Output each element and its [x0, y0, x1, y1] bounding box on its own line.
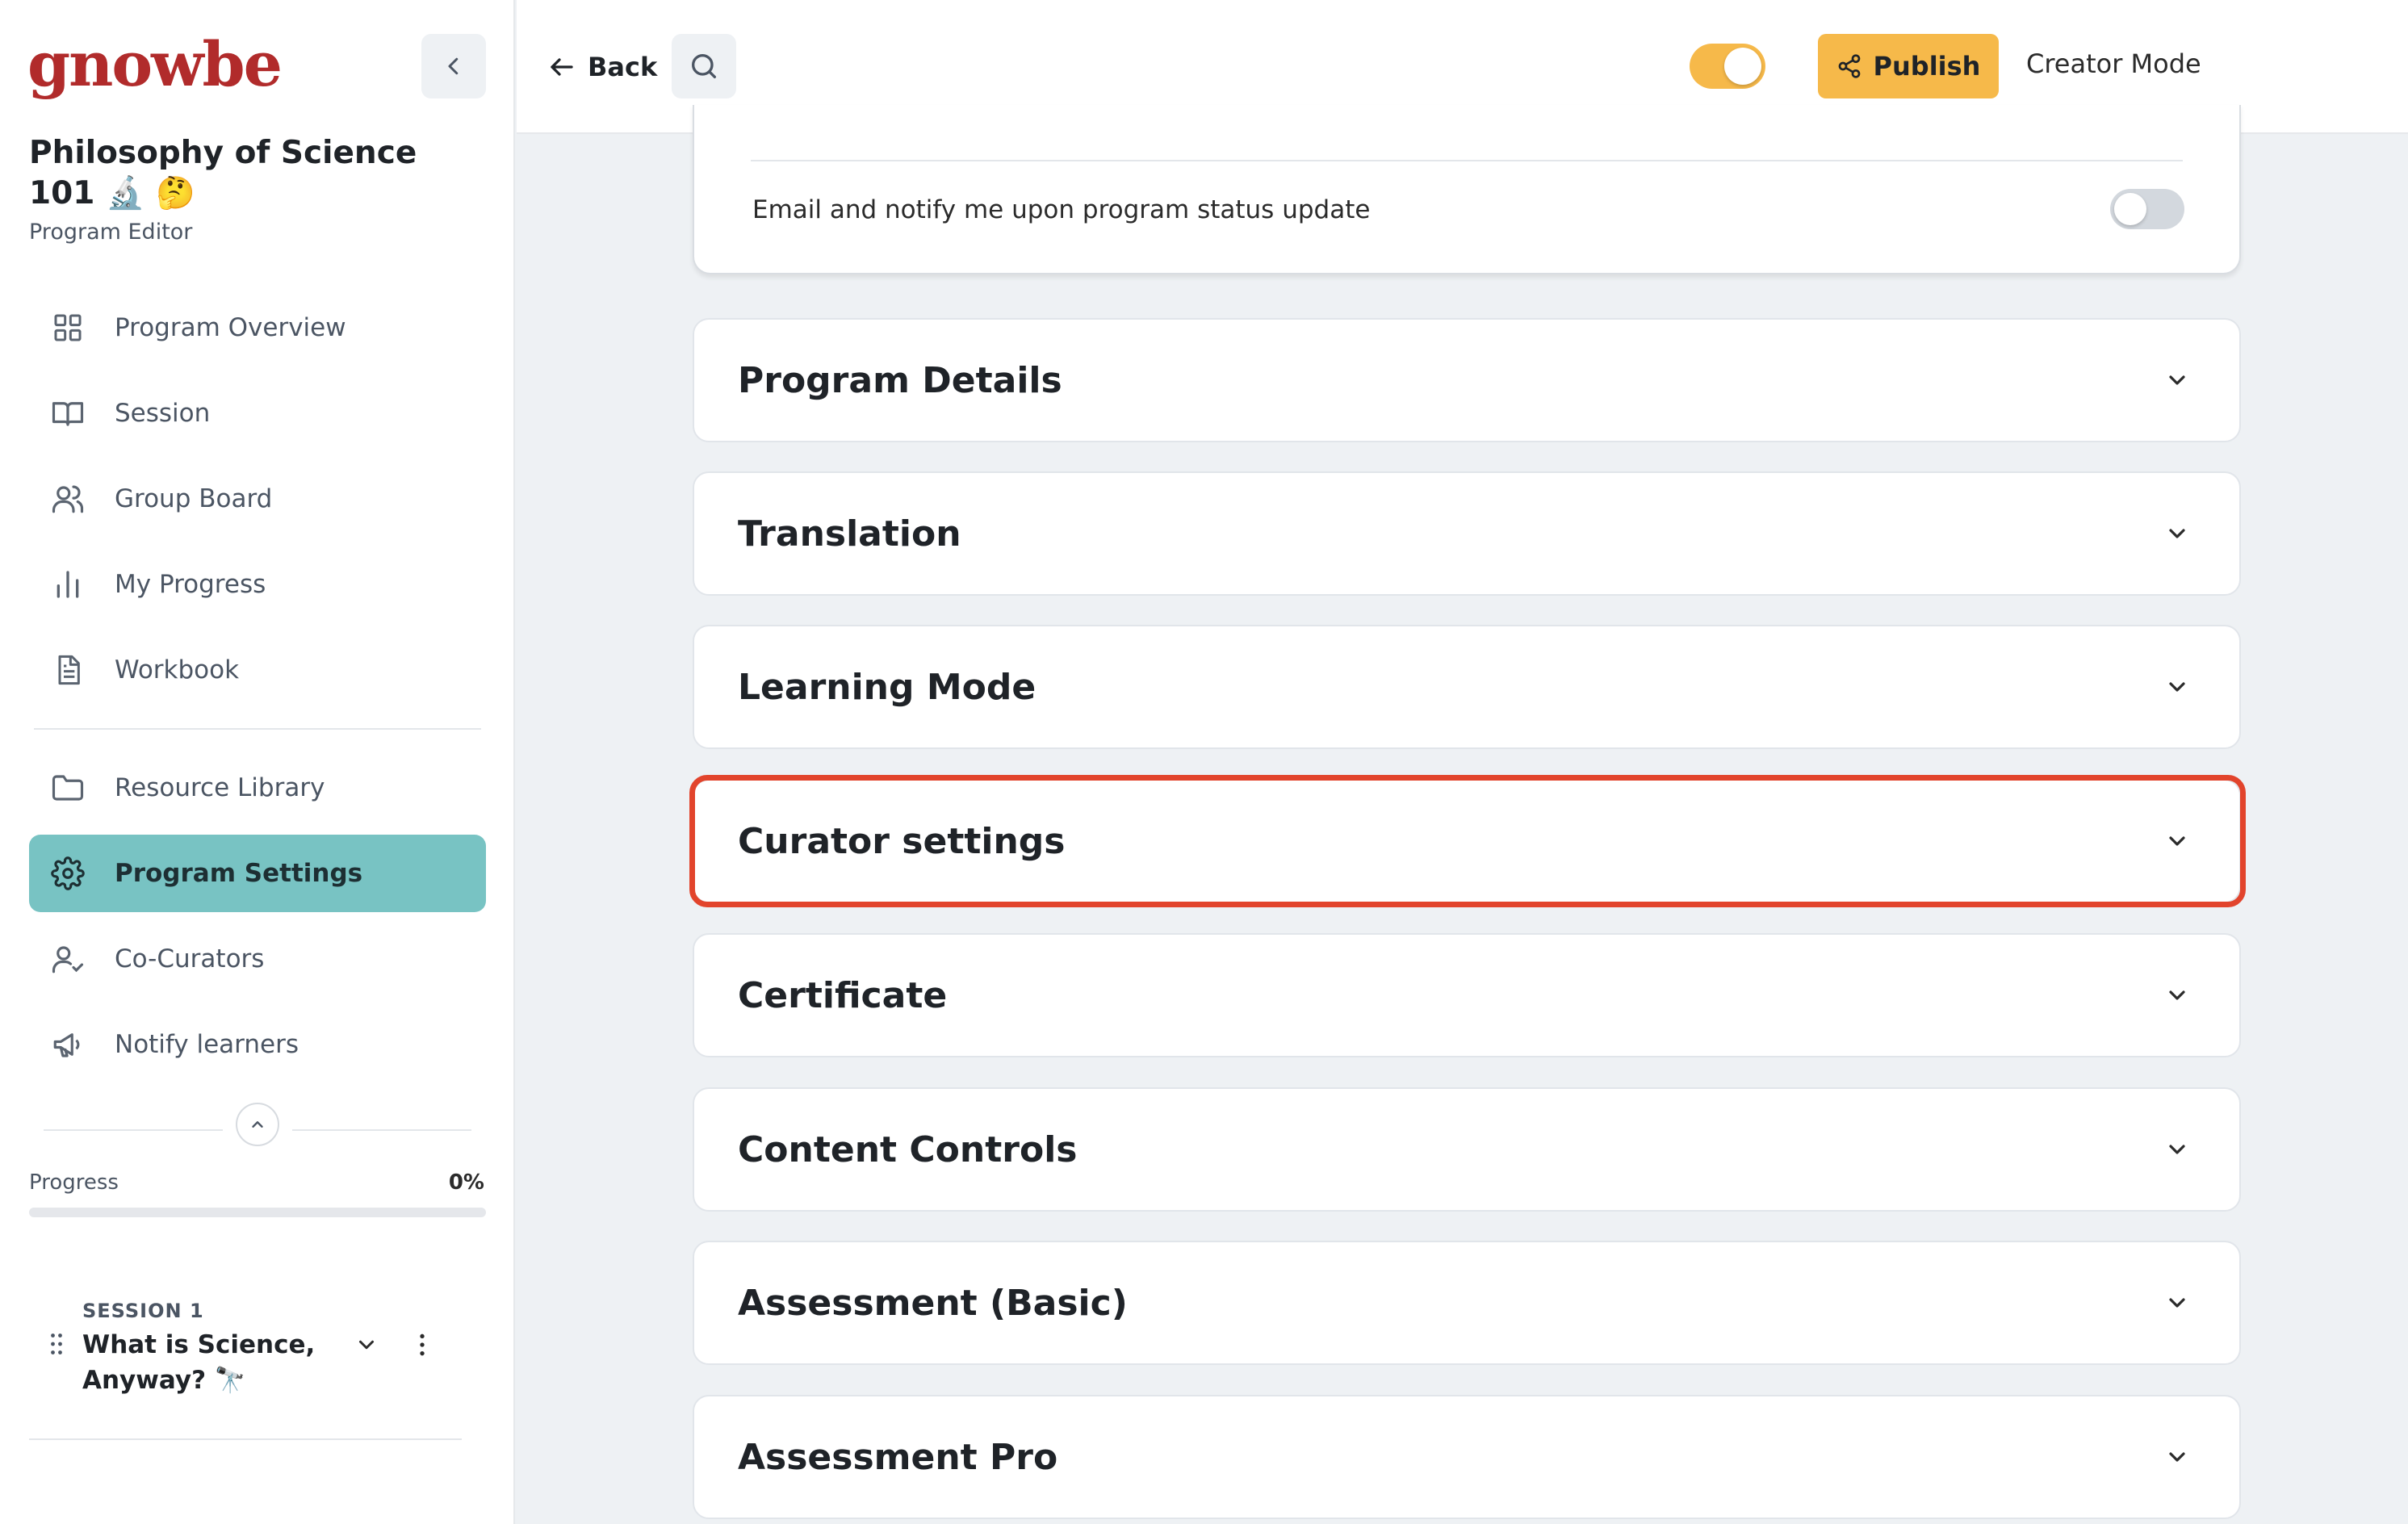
sidebar-item-group-board[interactable]: Group Board [29, 460, 486, 538]
publish-button[interactable]: Publish [1818, 34, 1999, 98]
search-button[interactable] [672, 34, 736, 98]
session-expand-button[interactable] [350, 1329, 383, 1361]
sidebar-divider [44, 1129, 223, 1131]
card-divider [751, 160, 2183, 161]
accordion-title: Certificate [738, 974, 948, 1016]
notify-status-label: Email and notify me upon program status … [752, 195, 1371, 224]
accordion-certificate[interactable]: Certificate [693, 933, 2241, 1057]
more-vertical-icon [420, 1334, 425, 1356]
gnowbe-logo[interactable]: gnowbe [27, 24, 283, 105]
sidebar-item-label: Session [115, 399, 211, 428]
program-subtitle: Program Editor [29, 220, 193, 245]
chevron-down-icon [2159, 362, 2196, 399]
sidebar-item-label: Program Settings [115, 859, 363, 888]
users-icon [48, 479, 87, 518]
sidebar-item-program-settings[interactable]: Program Settings [29, 835, 486, 912]
gear-icon [48, 854, 87, 893]
sidebar-item-notify-learners[interactable]: Notify learners [29, 1006, 486, 1083]
sidebar-item-label: Group Board [115, 484, 273, 513]
chevron-down-icon [2159, 977, 2196, 1014]
sidebar-item-co-curators[interactable]: Co-Curators [29, 920, 486, 998]
sidebar: gnowbe Philosophy of Science 101 🔬 🤔 Pro… [0, 0, 515, 1524]
sidebar-divider [292, 1129, 471, 1131]
toggle-knob [1724, 48, 1761, 85]
arrow-left-icon [547, 52, 576, 82]
folder-icon [48, 768, 87, 807]
book-open-icon [48, 394, 87, 433]
accordion-assessment-basic[interactable]: Assessment (Basic) [693, 1241, 2241, 1365]
sidebar-divider [34, 728, 481, 730]
sidebar-item-resource-library[interactable]: Resource Library [29, 749, 486, 827]
program-title: Philosophy of Science 101 🔬 🤔 [29, 135, 417, 211]
accordion-title: Translation [738, 513, 961, 555]
document-icon [48, 651, 87, 689]
accordion-title: Assessment Pro [738, 1436, 1058, 1478]
accordion-title: Assessment (Basic) [738, 1282, 1128, 1324]
sidebar-item-session[interactable]: Session [29, 375, 486, 452]
progress-label: Progress [29, 1170, 119, 1195]
progress-value: 0% [448, 1170, 484, 1195]
back-button[interactable]: Back [547, 39, 657, 95]
collapse-sidebar-button[interactable] [421, 34, 486, 98]
accordion-title: Learning Mode [738, 666, 1036, 708]
chevron-down-icon [2159, 1131, 2196, 1168]
chevron-left-icon [448, 57, 459, 75]
chevron-down-icon [2159, 1438, 2196, 1476]
grid-icon [48, 308, 87, 347]
chevron-up-icon [252, 1121, 263, 1128]
sidebar-item-label: Notify learners [115, 1030, 299, 1059]
chevron-down-icon [2159, 1284, 2196, 1321]
expand-toggle-button[interactable] [236, 1103, 279, 1146]
sidebar-item-label: Co-Curators [115, 944, 265, 973]
notify-status-toggle[interactable] [2110, 189, 2184, 229]
accordion-translation[interactable]: Translation [693, 471, 2241, 596]
progress-bar [29, 1208, 486, 1217]
accordion-program-details[interactable]: Program Details [693, 318, 2241, 442]
back-label: Back [588, 52, 658, 82]
accordion-title: Program Details [738, 359, 1062, 401]
sidebar-item-my-progress[interactable]: My Progress [29, 546, 486, 623]
search-icon [692, 54, 716, 79]
accordion-assessment-pro[interactable]: Assessment Pro [693, 1395, 2241, 1519]
chevron-down-icon [2159, 668, 2196, 705]
sidebar-divider [29, 1438, 462, 1440]
session-title[interactable]: What is Science, Anyway? 🔭 [82, 1327, 325, 1398]
highlight-outline [689, 775, 2246, 907]
sidebar-item-workbook[interactable]: Workbook [29, 631, 486, 709]
accordion-title: Content Controls [738, 1128, 1078, 1170]
megaphone-icon [48, 1025, 87, 1064]
notification-settings-card: Email and notify me upon program status … [693, 105, 2241, 274]
drag-handle-icon[interactable] [47, 1332, 66, 1356]
accordion-content-controls[interactable]: Content Controls [693, 1087, 2241, 1212]
creator-mode-label: Creator Mode [2026, 48, 2201, 79]
publish-label: Publish [1873, 51, 1981, 82]
accordion-learning-mode[interactable]: Learning Mode [693, 625, 2241, 749]
sidebar-item-program-overview[interactable]: Program Overview [29, 289, 486, 366]
sidebar-item-label: Workbook [115, 655, 240, 685]
sidebar-item-label: Program Overview [115, 313, 346, 342]
bar-chart-icon [48, 565, 87, 604]
user-check-icon [48, 940, 87, 978]
toggle-knob [2114, 193, 2146, 225]
chevron-down-icon [359, 1340, 374, 1350]
sidebar-item-label: My Progress [115, 570, 266, 599]
session-kicker: SESSION 1 [82, 1300, 204, 1322]
share-icon [1836, 53, 1862, 79]
creator-mode-toggle[interactable] [1690, 44, 1765, 89]
session-more-button[interactable] [410, 1329, 434, 1361]
chevron-down-icon [2159, 515, 2196, 552]
sidebar-item-label: Resource Library [115, 773, 325, 802]
